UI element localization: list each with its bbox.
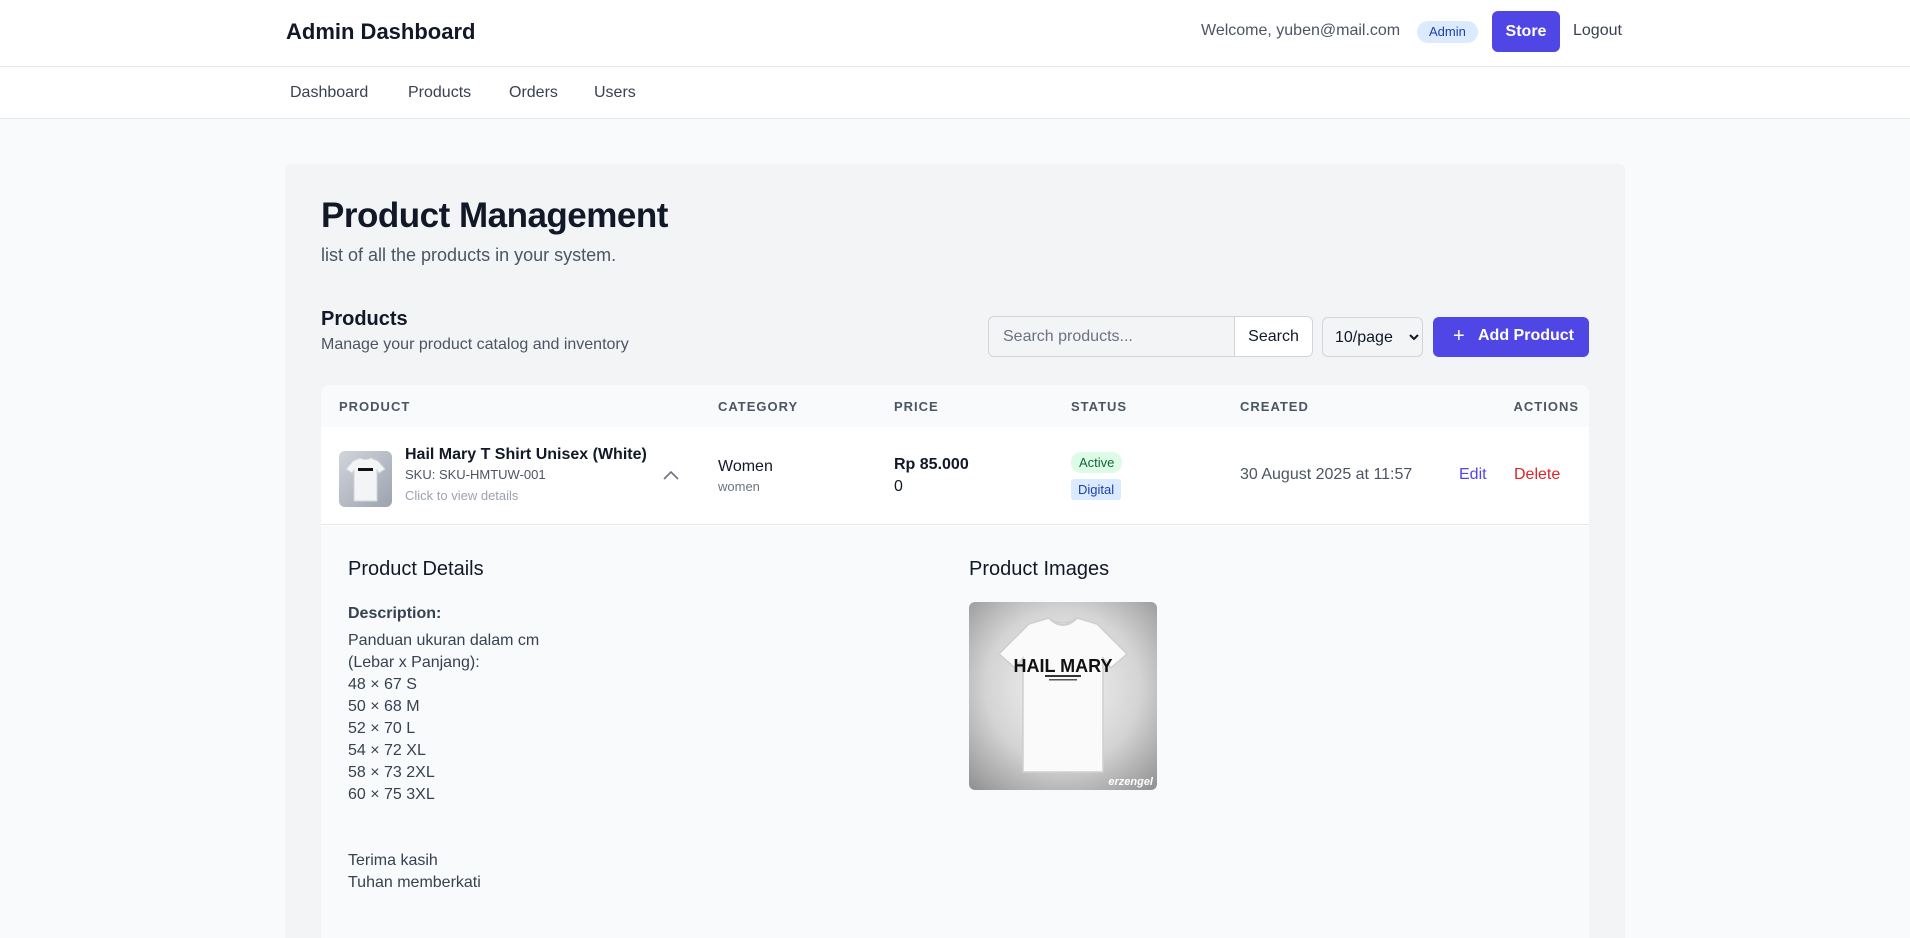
nav-item-orders[interactable]: Orders (509, 84, 558, 102)
product-thumbnail (339, 451, 392, 507)
images-title: Product Images (969, 558, 1110, 580)
column-header-price: PRICE (894, 399, 939, 414)
search-button[interactable]: Search (1234, 316, 1313, 357)
delete-button[interactable]: Delete (1514, 466, 1560, 484)
plus-icon: + (1453, 325, 1465, 347)
status-badge: Active (1071, 452, 1123, 473)
column-header-category: CATEGORY (718, 399, 799, 414)
role-badge: Admin (1417, 21, 1478, 43)
image-watermark: erzengel (1108, 776, 1153, 788)
product-name: Hail Mary T Shirt Unisex (White) (405, 446, 647, 463)
page-title: Product Management (321, 196, 668, 235)
column-header-created: CREATED (1240, 399, 1309, 414)
column-header-status: STATUS (1071, 399, 1128, 414)
per-page-select[interactable]: 10/page (1322, 317, 1423, 357)
page-subtitle: list of all the products in your system. (321, 245, 617, 265)
column-header-product: PRODUCT (339, 399, 411, 414)
product-category-slug: women (718, 479, 760, 494)
view-details-hint: Click to view details (405, 488, 519, 503)
product-image[interactable]: HAIL MARY erzengel (969, 602, 1157, 790)
table-header: PRODUCT CATEGORY PRICE STATUS CREATED AC… (321, 385, 1589, 427)
product-sku: SKU: SKU-HMTUW-001 (405, 467, 546, 482)
product-price: Rp 85.000 (894, 456, 969, 473)
section-subtitle: Manage your product catalog and inventor… (321, 336, 629, 353)
welcome-text: Welcome, yuben@mail.com (1201, 22, 1401, 39)
created-date: 30 August 2025 at 11:57 (1240, 466, 1413, 483)
product-category: Women (718, 458, 773, 475)
table-row[interactable]: Hail Mary T Shirt Unisex (White) SKU: SK… (321, 427, 1589, 525)
nav-item-products[interactable]: Products (408, 84, 471, 102)
app-title: Admin Dashboard (286, 19, 476, 44)
top-bar: Admin Dashboard Welcome, yuben@mail.com … (0, 0, 1910, 67)
section-title: Products (321, 308, 408, 330)
main-nav: Dashboard Products Orders Users (0, 68, 1910, 119)
details-title: Product Details (348, 558, 484, 580)
product-stock: 0 (894, 478, 903, 495)
search-input[interactable] (988, 316, 1234, 357)
description-text: Panduan ukuran dalam cm (Lebar x Panjang… (348, 632, 540, 891)
type-badge: Digital (1071, 479, 1122, 500)
nav-item-users[interactable]: Users (594, 84, 636, 102)
logout-link[interactable]: Logout (1573, 22, 1622, 40)
nav-item-dashboard[interactable]: Dashboard (290, 84, 368, 102)
description-label: Description: (348, 605, 442, 622)
products-table: PRODUCT CATEGORY PRICE STATUS CREATED AC… (321, 385, 1589, 938)
add-product-label: Add Product (1478, 327, 1574, 344)
store-button[interactable]: Store (1492, 11, 1560, 52)
tshirt-illustration: HAIL MARY (997, 617, 1129, 773)
shirt-print-text: HAIL MARY (1014, 656, 1113, 676)
edit-button[interactable]: Edit (1459, 466, 1487, 484)
add-product-button[interactable]: + Add Product (1433, 317, 1589, 357)
column-header-actions: ACTIONS (1513, 399, 1579, 414)
chevron-up-icon[interactable] (663, 467, 679, 485)
product-details-panel: Product Details Description: Panduan uku… (321, 526, 1589, 938)
